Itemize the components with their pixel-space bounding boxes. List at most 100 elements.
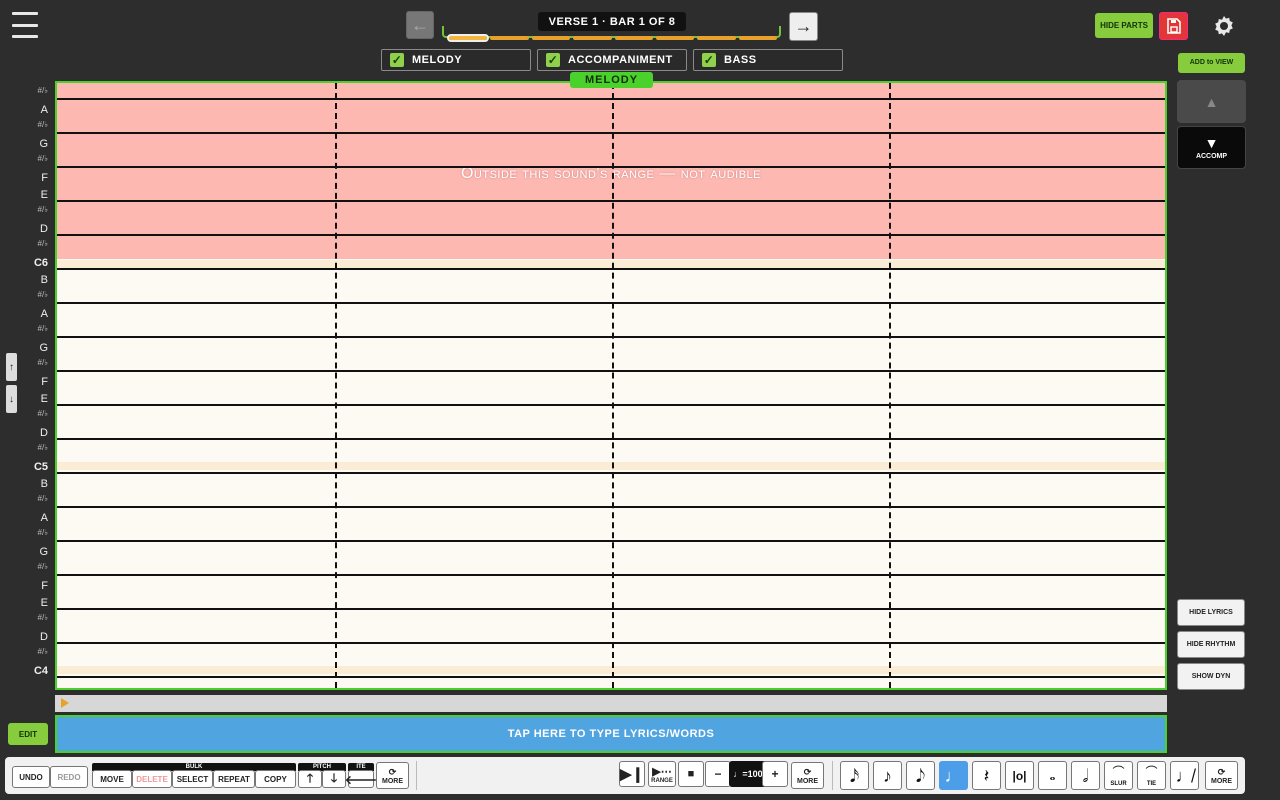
quarter-note-button[interactable]: ♩ [939,761,968,790]
staff-line [57,166,1165,168]
whole-note-button[interactable]: 𝅝 [1038,761,1067,790]
playhead-strip[interactable] [55,695,1167,712]
part-label: ACCOMPANIMENT [568,54,673,66]
scroll-up-button[interactable]: ↑ [6,353,17,381]
edit-button[interactable]: EDIT [8,723,48,745]
redo-button[interactable]: REDO [50,766,88,788]
pitch-down-button[interactable]: 🡓 [322,770,346,788]
part-down-button[interactable]: ▼ ACCOMP [1177,126,1246,169]
move-button[interactable]: MOVE [92,770,132,788]
tempo-increase-button[interactable]: + [762,761,788,787]
pitch-label: C5 [33,461,48,473]
show-dynamics-button[interactable]: SHOW DYN [1177,663,1245,690]
undo-button[interactable]: UNDO [12,766,50,788]
staff-line [57,336,1165,338]
select-button[interactable]: SELECT [172,770,213,788]
pitch-up-button[interactable]: 🡑 [298,770,322,788]
more-notes-button[interactable]: ⟳ MORE [1205,761,1238,790]
staff-line [57,404,1165,406]
pitch-label: #/♭ [37,358,48,367]
pitch-label: #/♭ [37,613,48,622]
repeat-button[interactable]: REPEAT [213,770,255,788]
whole-note-icon: 𝅝 [1049,766,1056,784]
bar-segment[interactable] [614,36,653,40]
arrow-up-icon: 🡑 [306,770,314,785]
breve-button[interactable]: |o| [1005,761,1034,790]
pitch-label: #/♭ [37,324,48,333]
part-toggle-bass[interactable]: ✓ BASS [693,49,843,71]
pitch-label: G [39,138,48,150]
menu-icon[interactable] [12,12,38,38]
pitch-label: E [40,393,48,405]
tie-button[interactable]: ⌒ TIE [1137,761,1166,790]
bar-progress[interactable] [446,34,777,42]
pitch-label: B [40,478,48,490]
c-row-band [57,260,1165,268]
section-title: VERSE 1 · BAR 1 OF 8 [538,12,686,31]
sixteenth-note-button[interactable]: 𝅘𝅥𝅯 [840,761,869,790]
half-note-button[interactable]: 𝅗𝅥 [1071,761,1100,790]
half-note-icon: 𝅗𝅥 [1082,765,1089,786]
tie-icon: ⌒ [1145,765,1158,779]
play-range-button[interactable]: ▶⋯ RANGE [648,761,676,787]
refresh-icon: ⟳ [388,766,397,777]
gear-icon[interactable] [1212,14,1236,38]
toolbar-divider [416,761,417,790]
staff-line [57,234,1165,236]
hide-lyrics-button[interactable]: HIDE LYRICS [1177,599,1245,626]
bar-segment[interactable] [697,36,736,40]
pitch-label: #/♭ [37,205,48,214]
part-toggle-accompaniment[interactable]: ✓ ACCOMPANIMENT [537,49,687,71]
scroll-down-button[interactable]: ↓ [6,385,17,413]
save-button[interactable] [1159,12,1188,40]
prev-bar-button[interactable]: ← [406,11,434,39]
pitch-label: F [41,580,48,592]
part-label: MELODY [412,54,463,66]
bar-segment[interactable] [573,36,612,40]
pitch-label: F [41,376,48,388]
arrow-down-icon: 🡓 [330,770,338,785]
out-of-range-zone: Outside this sound's range — not audible [57,83,1165,259]
delete-button[interactable]: DELETE [132,770,172,788]
lyrics-input[interactable]: TAP HERE TO TYPE LYRICS/WORDS [55,715,1167,753]
dotted-eighth-note-button[interactable]: 𝅘𝅥𝅮 [906,761,935,790]
delete-note-button[interactable]: ♩̸ [1170,761,1199,790]
staff-line [57,370,1165,372]
beat-line [335,83,337,688]
check-icon: ✓ [702,53,716,67]
bar-segment[interactable] [490,36,529,40]
copy-button[interactable]: COPY [255,770,296,788]
tempo-decrease-button[interactable]: − [705,761,731,787]
add-to-view-button[interactable]: ADD to VIEW [1178,53,1245,73]
hide-parts-button[interactable]: HIDE PARTS [1095,13,1153,38]
playhead-marker-icon[interactable] [61,698,69,708]
bar-segment[interactable] [738,36,777,40]
staff-line [57,472,1165,474]
bar-segment[interactable] [531,36,571,40]
slur-button[interactable]: ⌒ SLUR [1104,761,1133,790]
item-left-button[interactable]: 🡐 [345,770,377,788]
more-play-button[interactable]: ⟳ MORE [791,762,824,789]
pitch-label: #/♭ [37,562,48,571]
beat-line [889,83,891,688]
hide-rhythm-button[interactable]: HIDE RHYTHM [1177,631,1245,658]
part-up-button[interactable]: ▲ [1177,80,1246,123]
staff-line [57,608,1165,610]
pitch-label: G [39,546,48,558]
eighth-note-button[interactable]: ♪ [873,761,902,790]
tie-label: TIE [1146,781,1157,787]
bar-segment[interactable] [446,34,490,42]
note-staff[interactable]: Outside this sound's range — not audible [55,81,1167,690]
staff-line [57,302,1165,304]
pitch-label: A [40,104,48,116]
more-edit-button[interactable]: ⟳ MORE [376,762,409,789]
part-toggle-melody[interactable]: ✓ MELODY [381,49,531,71]
staff-line [57,540,1165,542]
next-bar-button[interactable]: → [789,12,818,41]
play-button[interactable]: ▶❙ [619,761,645,787]
stop-button[interactable]: ■ [678,761,704,787]
slur-icon: ⌒ [1112,765,1125,779]
c-row-band [57,462,1165,470]
quarter-rest-button[interactable]: 𝄽 [972,761,1001,790]
bar-segment[interactable] [655,36,695,40]
